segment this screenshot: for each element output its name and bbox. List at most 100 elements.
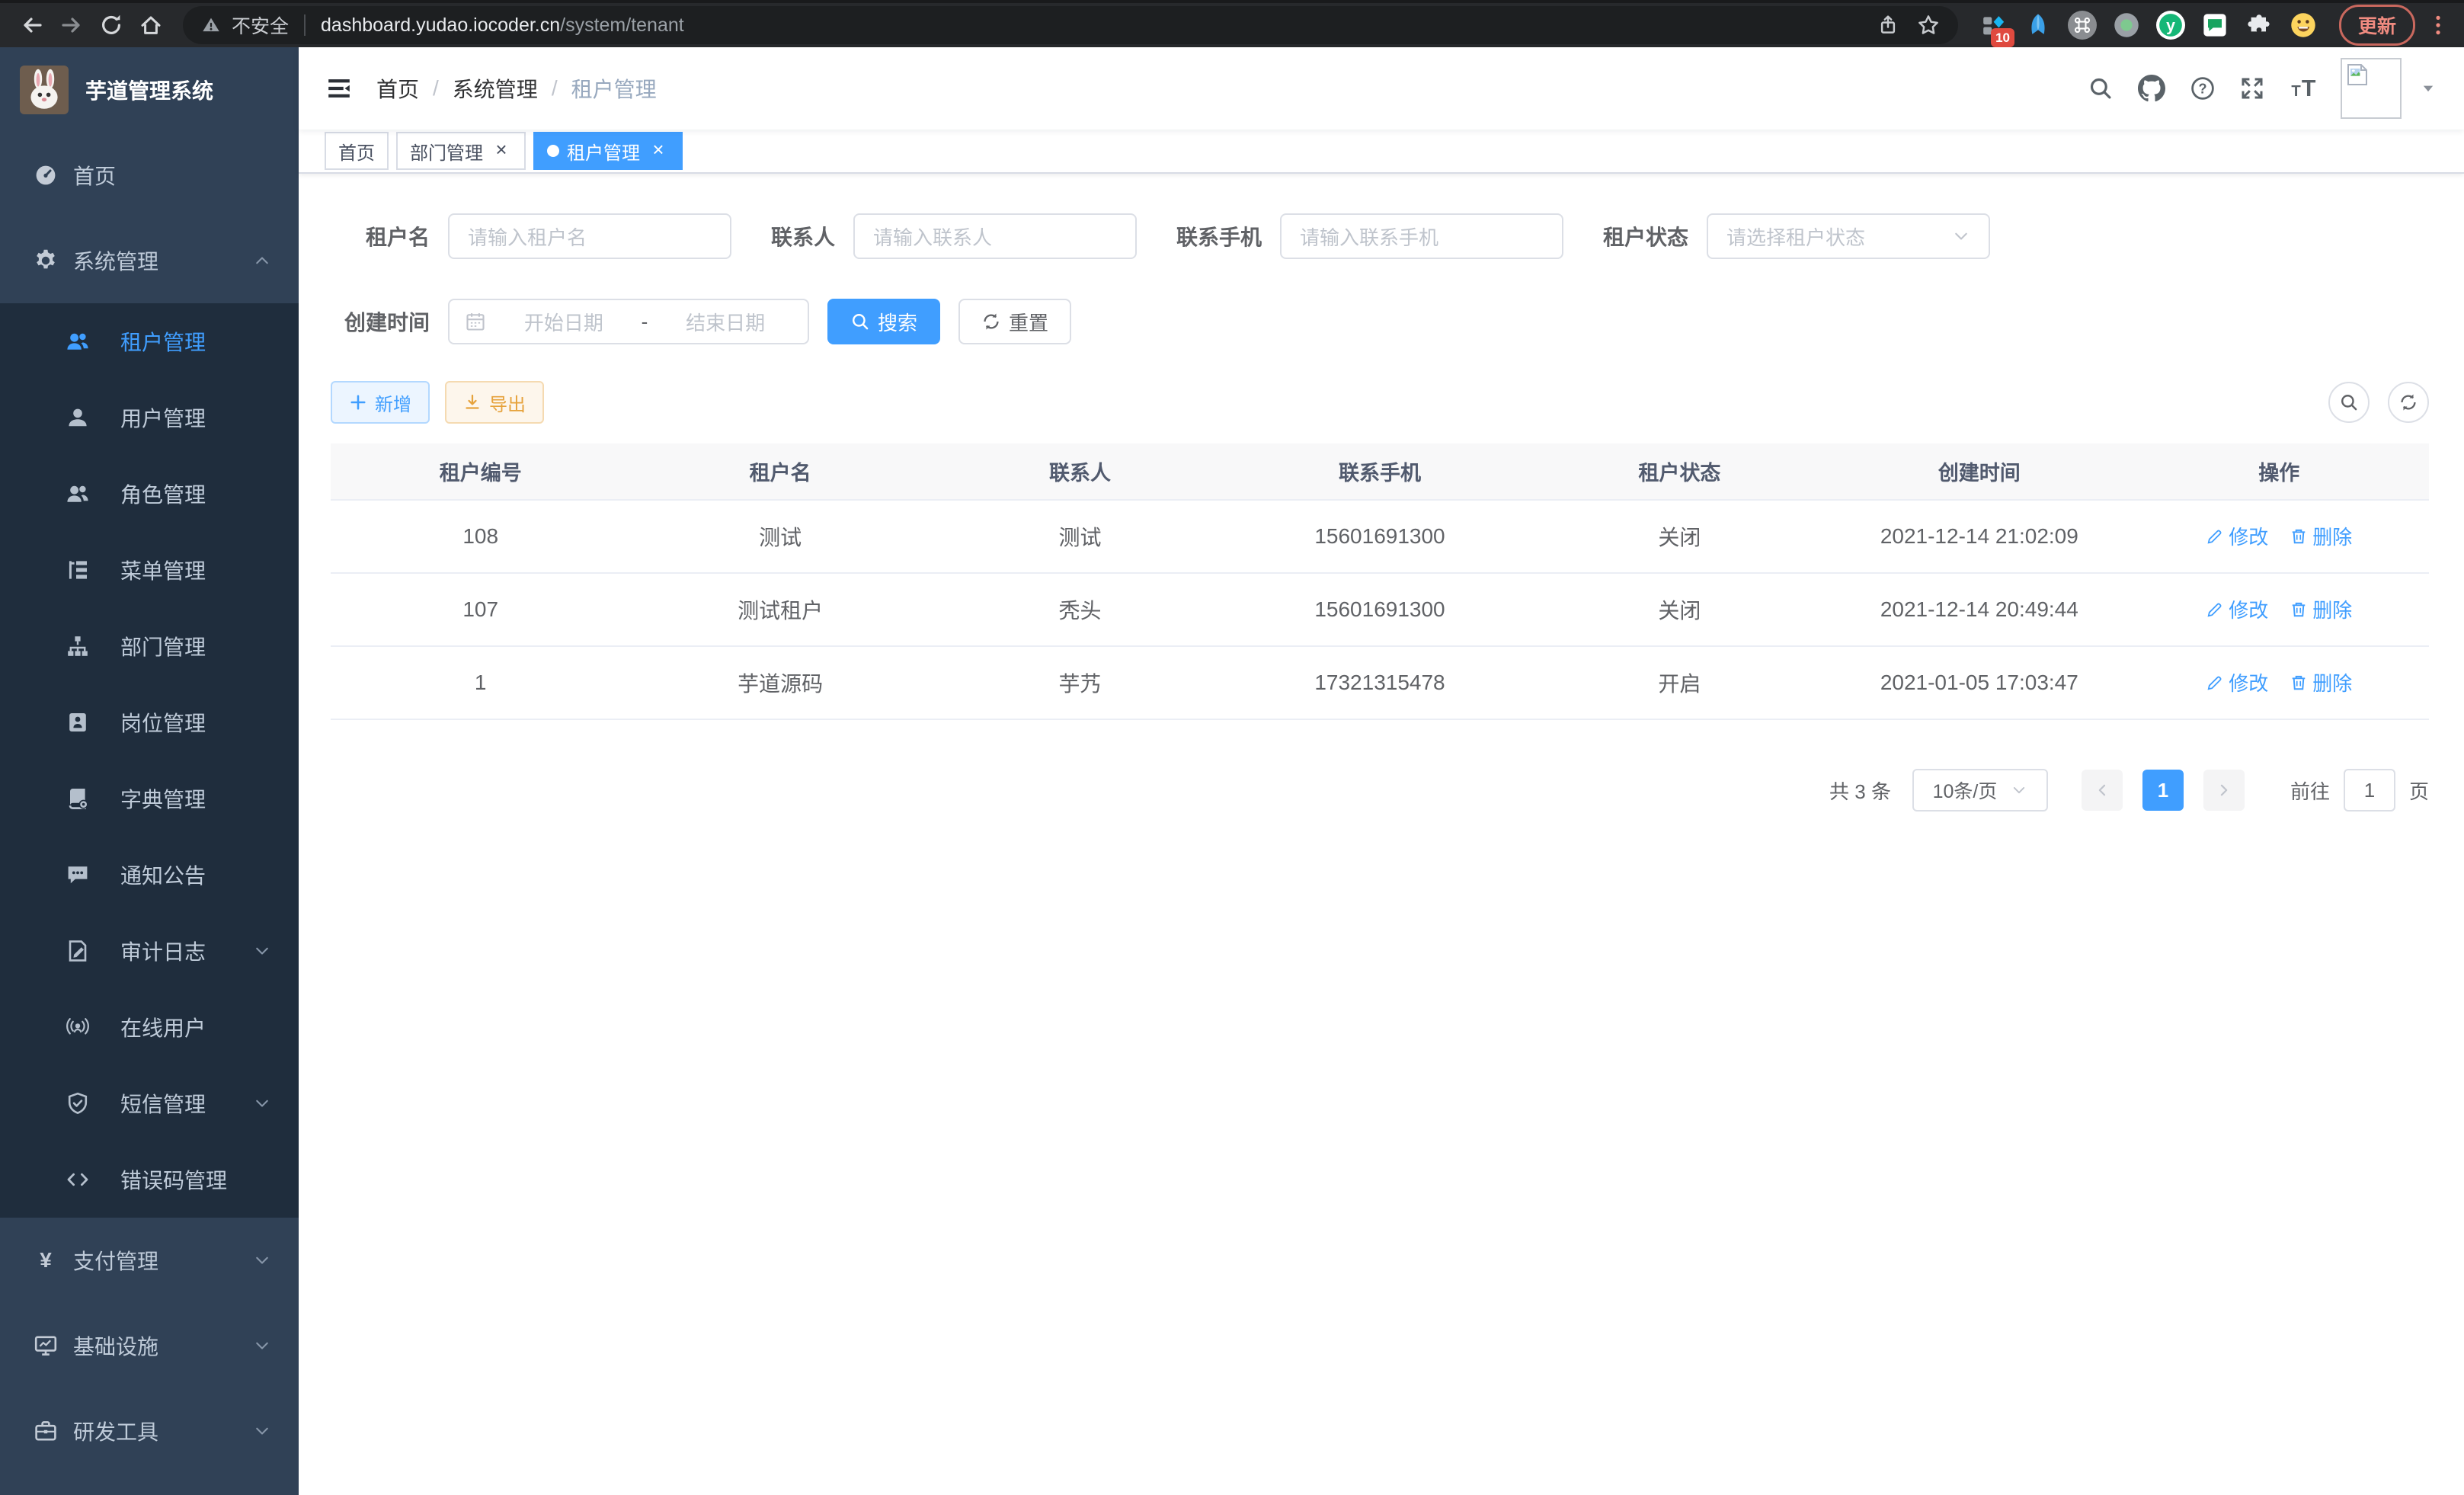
extensions-area: 10 y xyxy=(1979,11,2318,40)
sidebar-item-5[interactable]: 菜单管理 xyxy=(0,532,299,608)
github-icon[interactable] xyxy=(2138,75,2165,102)
next-page-button[interactable] xyxy=(2203,770,2245,811)
phone-input[interactable]: 请输入联系手机 xyxy=(1280,213,1563,259)
sidebar-item-11[interactable]: 在线用户 xyxy=(0,989,299,1065)
calendar-icon xyxy=(465,311,486,332)
chevron-down-icon xyxy=(1952,227,1970,245)
chevron-down-icon xyxy=(2011,782,2027,799)
trash-icon xyxy=(2290,527,2308,546)
tenant-name-input[interactable]: 请输入租户名 xyxy=(448,213,731,259)
chrome-update-button[interactable]: 更新 xyxy=(2339,5,2415,46)
user-avatar[interactable] xyxy=(2341,58,2402,119)
page-number-1[interactable]: 1 xyxy=(2142,770,2184,811)
tag-1[interactable]: 部门管理× xyxy=(396,132,526,170)
breadcrumb-system[interactable]: 系统管理 xyxy=(453,73,538,104)
extensions-puzzle-icon[interactable] xyxy=(2245,11,2274,40)
extension-command-icon[interactable] xyxy=(2068,11,2097,40)
share-icon[interactable] xyxy=(1877,14,1899,36)
font-size-icon[interactable]: TT xyxy=(2289,75,2316,102)
sidebar-item-14[interactable]: ¥支付管理 xyxy=(0,1218,299,1303)
sidebar-item-4[interactable]: 角色管理 xyxy=(0,456,299,532)
edit-button[interactable]: 修改 xyxy=(2206,595,2268,623)
extension-badge: 10 xyxy=(1991,28,2014,47)
browser-forward-icon[interactable] xyxy=(52,5,91,45)
status-select[interactable]: 请选择租户状态 xyxy=(1707,213,1990,259)
user-icon xyxy=(66,405,90,430)
extension-y-logo-icon[interactable]: y xyxy=(2156,11,2185,40)
tag-0[interactable]: 首页 xyxy=(325,132,389,170)
add-button[interactable]: 新增 xyxy=(331,381,430,424)
navbar: 首页 / 系统管理 / 租户管理 ? TT xyxy=(299,47,2464,130)
users-icon xyxy=(66,482,90,506)
table-header-row: 租户编号租户名联系人联系手机租户状态创建时间操作 xyxy=(331,443,2429,500)
monitor-icon xyxy=(34,1333,58,1358)
table-body: 108测试测试15601691300关闭2021-12-14 21:02:09修… xyxy=(331,500,2429,719)
sidebar-item-6[interactable]: 部门管理 xyxy=(0,608,299,684)
app-title: 芋道管理系统 xyxy=(85,75,213,105)
sidebar-item-7[interactable]: 岗位管理 xyxy=(0,684,299,760)
sidebar-item-12[interactable]: 短信管理 xyxy=(0,1065,299,1141)
column-header: 联系手机 xyxy=(1230,443,1529,500)
sidebar-item-2[interactable]: 租户管理 xyxy=(0,303,299,379)
tag-2[interactable]: 租户管理× xyxy=(533,132,683,170)
extension-emoji-icon[interactable] xyxy=(2289,11,2318,40)
create-time-range-input[interactable]: 开始日期 - 结束日期 xyxy=(448,299,809,344)
goto-page-input[interactable]: 1 xyxy=(2344,769,2395,812)
avatar-caret-down-icon[interactable] xyxy=(2420,80,2437,97)
browser-home-icon[interactable] xyxy=(131,5,171,45)
pencil-icon xyxy=(2206,674,2224,692)
refresh-table-button[interactable] xyxy=(2388,382,2429,423)
edit-button[interactable]: 修改 xyxy=(2206,668,2268,696)
close-icon[interactable]: × xyxy=(491,140,512,162)
sidebar-item-3[interactable]: 用户管理 xyxy=(0,379,299,456)
browser-menu-icon[interactable] xyxy=(2424,13,2452,37)
sidebar-item-0[interactable]: 首页 xyxy=(0,133,299,218)
sidebar-item-16[interactable]: 研发工具 xyxy=(0,1388,299,1474)
column-header: 租户状态 xyxy=(1530,443,1829,500)
fullscreen-icon[interactable] xyxy=(2240,76,2264,101)
sidebar-item-13[interactable]: 错误码管理 xyxy=(0,1141,299,1218)
breadcrumb: 首页 / 系统管理 / 租户管理 xyxy=(376,73,657,104)
extension-pin-icon[interactable]: 10 xyxy=(1979,11,2008,40)
reset-button[interactable]: 重置 xyxy=(958,299,1071,344)
goto-label: 前往 xyxy=(2290,776,2330,805)
sidebar-item-10[interactable]: 审计日志 xyxy=(0,913,299,989)
delete-button[interactable]: 删除 xyxy=(2290,595,2352,623)
sidebar-logo-row[interactable]: 芋道管理系统 xyxy=(0,47,299,133)
filter-row-2: 创建时间 开始日期 - 结束日期 搜索 重置 xyxy=(331,299,2429,344)
contact-input[interactable]: 请输入联系人 xyxy=(853,213,1137,259)
export-button[interactable]: 导出 xyxy=(445,381,544,424)
breadcrumb-current: 租户管理 xyxy=(571,73,657,104)
delete-button[interactable]: 删除 xyxy=(2290,668,2352,696)
edit-button[interactable]: 修改 xyxy=(2206,522,2268,550)
security-label[interactable]: 不安全 xyxy=(232,11,289,39)
app-logo xyxy=(20,66,69,114)
sidebar-item-9[interactable]: 通知公告 xyxy=(0,837,299,913)
tags-bar: 首页部门管理×租户管理× xyxy=(299,130,2464,174)
extension-recorder-icon[interactable] xyxy=(2112,11,2141,40)
toolbox-icon xyxy=(34,1419,58,1443)
search-icon[interactable] xyxy=(2088,75,2114,101)
docs-question-icon[interactable]: ? xyxy=(2190,75,2216,101)
bookmark-star-icon[interactable] xyxy=(1917,14,1940,37)
prev-page-button[interactable] xyxy=(2082,770,2123,811)
refresh-icon xyxy=(981,312,1001,331)
breadcrumb-home[interactable]: 首页 xyxy=(376,73,419,104)
browser-back-icon[interactable] xyxy=(12,5,52,45)
browser-reload-icon[interactable] xyxy=(91,5,131,45)
extension-balloon-icon[interactable] xyxy=(2024,11,2053,40)
toggle-search-button[interactable] xyxy=(2328,382,2370,423)
close-icon[interactable]: × xyxy=(648,140,669,162)
active-dot xyxy=(547,145,559,157)
sidebar-toggle-icon[interactable] xyxy=(326,75,352,101)
extension-chat-icon[interactable] xyxy=(2200,11,2229,40)
search-button[interactable]: 搜索 xyxy=(827,299,940,344)
sidebar-item-8[interactable]: 字典管理 xyxy=(0,760,299,837)
delete-button[interactable]: 删除 xyxy=(2290,522,2352,550)
address-bar[interactable]: 不安全 dashboard.yudao.iocoder.cn/system/te… xyxy=(183,6,1958,44)
sidebar-item-1[interactable]: 系统管理 xyxy=(0,218,299,303)
table-row: 1芋道源码芋艿17321315478开启2021-01-05 17:03:47修… xyxy=(331,646,2429,719)
page-size-select[interactable]: 10条/页 xyxy=(1912,769,2048,812)
shield-icon xyxy=(66,1091,90,1116)
sidebar-item-15[interactable]: 基础设施 xyxy=(0,1303,299,1388)
